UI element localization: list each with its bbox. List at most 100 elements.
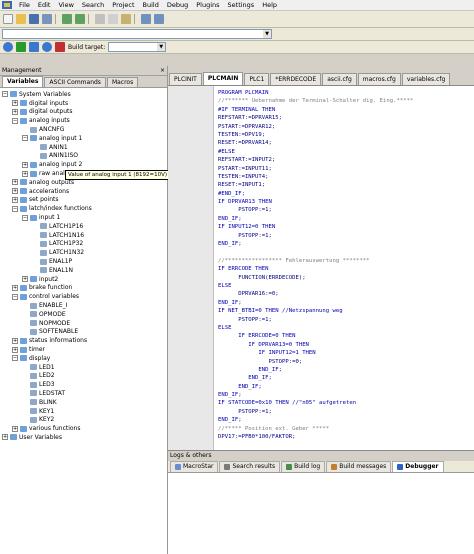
chevron-down-icon[interactable]: ▼ [263, 30, 271, 38]
tree-node[interactable]: LEDSTAT [0, 389, 167, 398]
cut-icon[interactable] [95, 14, 105, 24]
tab-ascii-commands[interactable]: ASCII Commands [44, 77, 106, 87]
tree-node[interactable]: + status informations [0, 336, 167, 345]
logs-tab[interactable]: Debugger [392, 461, 444, 472]
chevron-down-icon[interactable]: ▼ [157, 43, 166, 51]
tree-node[interactable]: + User Variables [0, 433, 167, 442]
menu-debug[interactable]: Debug [163, 0, 192, 11]
tree-node[interactable]: LED1 [0, 363, 167, 372]
tree-node[interactable]: ANCNFG [0, 125, 167, 134]
expand-icon[interactable]: + [12, 188, 18, 195]
open-folder-icon[interactable] [16, 14, 26, 24]
paste-icon[interactable] [121, 14, 131, 24]
tab-variables[interactable]: Variables [2, 76, 44, 87]
abort-icon[interactable] [55, 42, 65, 52]
tree-node[interactable]: + timer [0, 345, 167, 354]
tree-node[interactable]: NOPMODE [0, 319, 167, 328]
run-icon[interactable] [16, 42, 26, 52]
tree-node[interactable]: − control variables [0, 292, 167, 301]
tree-node[interactable]: KEY1 [0, 407, 167, 416]
tree-node[interactable]: − latch/index functions [0, 204, 167, 213]
tree-node[interactable]: + set points [0, 196, 167, 205]
tab-macros[interactable]: Macros [106, 77, 139, 87]
menu-project[interactable]: Project [108, 0, 138, 11]
save-all-icon[interactable] [42, 14, 52, 24]
editor-tab[interactable]: ascii.cfg [322, 73, 357, 85]
logs-tab[interactable]: Search results [219, 461, 281, 472]
expand-icon[interactable]: + [12, 100, 18, 107]
expand-icon[interactable]: + [22, 276, 28, 283]
tree-node[interactable]: ENABLE_I [0, 301, 167, 310]
new-file-icon[interactable] [3, 14, 13, 24]
menu-search[interactable]: Search [78, 0, 108, 11]
rebuild-icon[interactable] [42, 42, 52, 52]
replace-icon[interactable] [154, 14, 164, 24]
expand-icon[interactable]: + [22, 170, 28, 177]
copy-icon[interactable] [108, 14, 118, 24]
editor-tab[interactable]: PLCMAIN [202, 72, 244, 85]
expand-icon[interactable]: + [12, 346, 18, 353]
menu-help[interactable]: Help [258, 0, 281, 11]
find-icon[interactable] [141, 14, 151, 24]
tree-node[interactable]: + digital outputs [0, 108, 167, 117]
tree-node[interactable]: LATCH1N16 [0, 231, 167, 240]
tree-node[interactable]: + brake function [0, 284, 167, 293]
tree-node[interactable]: + analog input 2 [0, 160, 167, 169]
editor-tab[interactable]: macros.cfg [357, 73, 401, 85]
close-icon[interactable]: × [160, 67, 165, 74]
tree-node[interactable]: LATCH1P16 [0, 222, 167, 231]
expand-icon[interactable]: + [12, 196, 18, 203]
tree-node[interactable]: SOFTENABLE [0, 328, 167, 337]
save-icon[interactable] [29, 14, 39, 24]
tree-node[interactable]: − input 1 [0, 213, 167, 222]
tree-node[interactable]: ENAL1P [0, 257, 167, 266]
build-target-select[interactable]: ▼ [108, 42, 167, 52]
collapse-icon[interactable]: − [2, 91, 8, 98]
expand-icon[interactable]: + [12, 337, 18, 344]
tree-node[interactable]: − analog inputs [0, 116, 167, 125]
tree-node[interactable]: + various functions [0, 424, 167, 433]
expand-icon[interactable]: + [22, 161, 28, 168]
tree-node[interactable]: + accelerations [0, 187, 167, 196]
undo-icon[interactable] [62, 14, 72, 24]
code-area[interactable]: PROGRAM PLCMAIN //******* Uebernahme der … [168, 86, 474, 450]
editor-tab[interactable]: PLCINIT [169, 73, 202, 85]
editor-tab[interactable]: variables.cfg [401, 73, 451, 85]
tree-node[interactable]: − display [0, 354, 167, 363]
tree-node[interactable]: ENAL1N [0, 266, 167, 275]
expand-icon[interactable]: + [12, 425, 18, 432]
tree-node[interactable]: ANIN1ISO [0, 152, 167, 161]
tree-node[interactable]: LATCH1N32 [0, 248, 167, 257]
logs-tab[interactable]: Build log [281, 461, 326, 472]
logs-tab[interactable]: MacroStar [170, 461, 219, 472]
editor-tab[interactable]: PLC1 [244, 73, 270, 85]
tree-node[interactable]: LED2 [0, 372, 167, 381]
menu-settings[interactable]: Settings [224, 0, 259, 11]
collapse-icon[interactable]: − [12, 293, 18, 300]
expand-icon[interactable]: + [12, 179, 18, 186]
editor-tab[interactable]: *ERRDECODE [270, 73, 322, 85]
menu-plugins[interactable]: Plugins [192, 0, 223, 11]
redo-icon[interactable] [75, 14, 85, 24]
tree-node[interactable]: OPMODE [0, 310, 167, 319]
build-run-icon[interactable] [29, 42, 39, 52]
menu-view[interactable]: View [54, 0, 77, 11]
expand-icon[interactable]: + [12, 108, 18, 115]
collapse-icon[interactable]: − [12, 205, 18, 212]
tree-node[interactable]: LED3 [0, 380, 167, 389]
code-lines[interactable]: PROGRAM PLCMAIN //******* Uebernahme der … [214, 86, 474, 450]
collapse-icon[interactable]: − [22, 214, 28, 221]
tree-node[interactable]: BLINK [0, 398, 167, 407]
menu-build[interactable]: Build [139, 0, 163, 11]
menu-file[interactable]: File [15, 0, 34, 11]
tree-node[interactable]: + input2 [0, 275, 167, 284]
logs-tab[interactable]: Build messages [326, 461, 392, 472]
tree-node[interactable]: + digital inputs [0, 99, 167, 108]
collapse-icon[interactable]: − [12, 117, 18, 124]
tree-node[interactable]: KEY2 [0, 415, 167, 424]
expand-icon[interactable]: + [2, 434, 8, 441]
build-gear-icon[interactable] [3, 42, 13, 52]
collapse-icon[interactable]: − [12, 355, 18, 362]
tree-node[interactable]: ANIN1 [0, 143, 167, 152]
code-completion-combo[interactable]: ▼ [2, 29, 272, 39]
